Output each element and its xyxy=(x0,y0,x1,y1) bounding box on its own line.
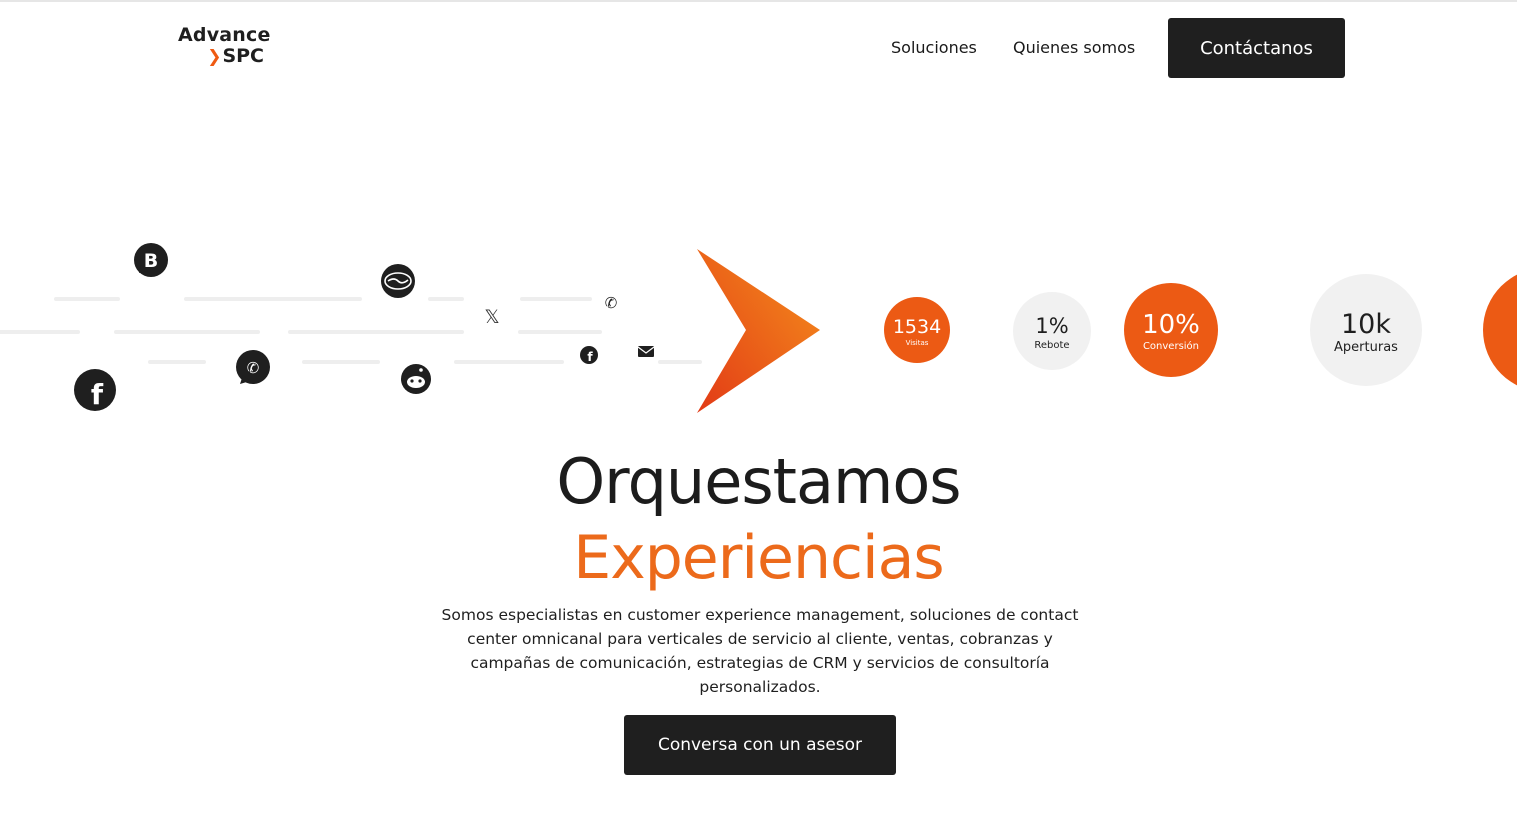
stat-conversion-label: Conversión xyxy=(1143,340,1199,352)
phone-icon: ✆ xyxy=(605,294,618,312)
x-icon: 𝕏 xyxy=(484,306,499,328)
svg-text:✆: ✆ xyxy=(605,294,618,312)
whatsapp-icon: ✆ xyxy=(236,350,270,384)
svg-text:f: f xyxy=(587,350,593,364)
hero-illustration: B 𝕏 ✆ f ✆ f 1534 Visitas 1% Rebote 10% C… xyxy=(0,243,1517,413)
logo-line1: Advance xyxy=(178,24,271,46)
svg-text:B: B xyxy=(144,250,158,272)
facebook-small-icon: f xyxy=(580,346,598,364)
reddit-icon xyxy=(401,364,431,394)
svg-text:f: f xyxy=(91,378,104,411)
logo-line2: ❯SPC xyxy=(178,47,278,66)
stat-aperturas-value: 10k xyxy=(1341,309,1391,340)
svg-text:𝕏: 𝕏 xyxy=(484,306,499,328)
brand-logo[interactable]: Advance ❯SPC xyxy=(178,26,278,66)
stat-conversion: 10% Conversión xyxy=(1124,283,1218,377)
stat-conversion-value: 10% xyxy=(1142,310,1200,340)
stat-visitas: 1534 Visitas xyxy=(884,297,950,363)
stat-rebote: 1% Rebote xyxy=(1013,292,1091,370)
stat-rebote-value: 1% xyxy=(1035,314,1068,338)
stat-visitas-label: Visitas xyxy=(906,339,929,347)
stat-aperturas: 10k Aperturas xyxy=(1310,274,1422,386)
mail-icon xyxy=(637,346,655,357)
handshake-icon xyxy=(381,264,415,298)
svg-text:✆: ✆ xyxy=(247,359,260,377)
stat-visitas-value: 1534 xyxy=(893,316,941,338)
stat-partial-bubble xyxy=(1483,274,1517,386)
hero-headline-accent: Experiencias xyxy=(573,523,944,593)
nav-quienes-somos[interactable]: Quienes somos xyxy=(1013,38,1135,57)
brand-arrow-icon xyxy=(697,249,820,413)
stat-aperturas-label: Aperturas xyxy=(1334,340,1398,355)
stat-rebote-label: Rebote xyxy=(1034,340,1069,351)
contact-button[interactable]: Contáctanos xyxy=(1168,18,1345,78)
hero-headline: Orquestamos xyxy=(556,445,961,518)
logo-line2-text: SPC xyxy=(222,45,264,67)
talk-to-advisor-button[interactable]: Conversa con un asesor xyxy=(624,715,896,775)
facebook-icon: f xyxy=(74,369,116,411)
business-b-icon: B xyxy=(134,243,168,277)
nav-soluciones[interactable]: Soluciones xyxy=(891,38,977,57)
logo-arrow-icon: ❯ xyxy=(207,47,222,67)
hero-subtitle: Somos especialistas en customer experien… xyxy=(441,606,1079,696)
